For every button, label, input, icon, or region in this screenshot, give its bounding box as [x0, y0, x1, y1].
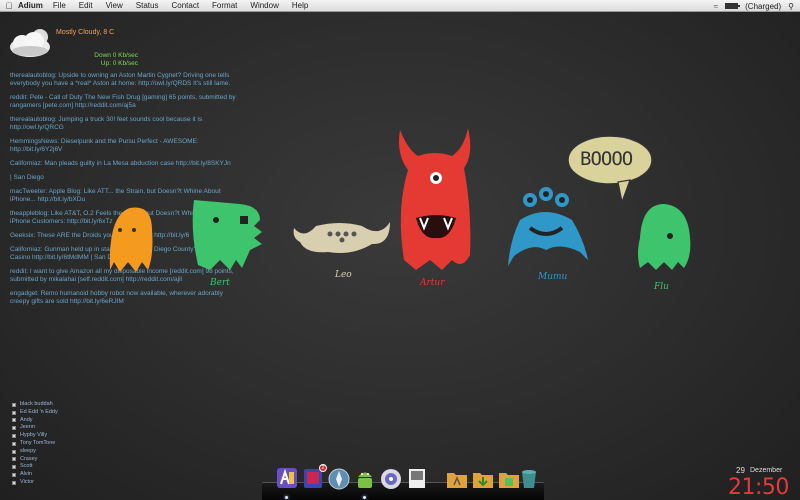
status-icon	[12, 418, 16, 423]
status-icon	[12, 465, 16, 470]
menu-format[interactable]: Format	[212, 1, 237, 10]
running-indicator	[363, 496, 366, 499]
dock-safari-icon[interactable]	[328, 466, 350, 490]
monster-label-bert: Bert	[210, 278, 230, 288]
network-up: Up: 0 Kb/sec	[100, 60, 138, 67]
status-icon	[12, 480, 16, 485]
clock-month: Dezember	[750, 467, 783, 474]
dock-documents-folder-icon[interactable]	[498, 466, 520, 490]
monster-leo	[293, 222, 390, 253]
menu-bar:  Adium File Edit View Status Contact Fo…	[0, 0, 800, 12]
wifi-icon[interactable]: ≈	[714, 2, 718, 11]
status-icon	[12, 426, 16, 431]
notification-badge: 2	[319, 464, 327, 472]
monster-label-flu: Flu	[654, 282, 669, 292]
buddy-item[interactable]: Ed Edd 'n Eddy	[12, 409, 58, 417]
battery-status[interactable]: (Charged)	[745, 2, 781, 11]
buddy-item[interactable]: Crasey	[12, 456, 58, 464]
dock-android-icon[interactable]	[354, 466, 376, 499]
status-icon	[12, 434, 16, 439]
clock-widget: 29 Dezember 21:50	[728, 466, 796, 500]
buddy-item[interactable]: Tony TomTone	[12, 440, 58, 448]
wallpaper-monsters: Gigi Bert Leo Artur Mumu Flu BOOOO	[90, 120, 720, 320]
weather-condition: Mostly Cloudy, 8 C	[56, 29, 115, 36]
buddy-item[interactable]: Alvin	[12, 471, 58, 479]
buddy-item[interactable]: Victor	[12, 479, 58, 487]
battery-icon[interactable]	[725, 3, 741, 9]
buddy-item[interactable]: Jeenn	[12, 424, 58, 432]
buddy-item[interactable]: Hypby Villy	[12, 432, 58, 440]
speech-bubble-text: BOOOO	[580, 148, 633, 170]
status-icon	[12, 457, 16, 462]
monster-label-leo: Leo	[335, 270, 352, 280]
monster-label-mumu: Mumu	[538, 272, 568, 282]
menu-contact[interactable]: Contact	[171, 1, 199, 10]
buddy-item[interactable]: sleepy	[12, 448, 58, 456]
status-icon	[12, 449, 16, 454]
dock-photobooth-icon[interactable]: 2	[302, 464, 327, 490]
dock: 2	[262, 462, 544, 500]
buddy-item[interactable]: Andy	[12, 417, 58, 425]
spotlight-icon[interactable]: ⚲	[788, 2, 794, 11]
apple-menu-icon[interactable]: 	[0, 1, 18, 11]
menu-window[interactable]: Window	[250, 1, 278, 10]
cloudy-weather-icon	[10, 29, 50, 57]
buddy-item[interactable]: black buddah	[12, 401, 58, 409]
menu-app-name[interactable]: Adium	[18, 1, 43, 10]
clock-day: 29	[736, 466, 745, 475]
monster-gigi	[109, 207, 153, 272]
menu-edit[interactable]: Edit	[79, 1, 93, 10]
status-icon	[12, 402, 16, 407]
dock-itunes-icon[interactable]	[380, 466, 402, 490]
menu-help[interactable]: Help	[292, 1, 308, 10]
buddy-list: black buddah Ed Edd 'n Eddy Andy Jeenn H…	[12, 401, 58, 487]
monster-label-artur: Artur	[420, 278, 445, 288]
dock-applications-folder-icon[interactable]	[446, 466, 468, 490]
dock-trash-icon[interactable]	[518, 466, 540, 490]
monster-artur	[399, 128, 471, 270]
network-monitor: Down 0 Kb/sec Up: 0 Kb/sec	[88, 52, 138, 68]
feed-item[interactable]: reddit: Pete - Call of Duty The New Fish…	[10, 94, 240, 110]
feed-item[interactable]: therealautoblog: Upside to owning an Ast…	[10, 72, 240, 88]
clock-time: 21:50	[728, 475, 789, 500]
menu-file[interactable]: File	[53, 1, 66, 10]
buddy-item[interactable]: Scott	[12, 463, 58, 471]
network-down: Down 0 Kb/sec	[94, 52, 138, 59]
dock-downloads-folder-icon[interactable]	[472, 466, 494, 490]
running-indicator	[285, 496, 288, 499]
status-icon	[12, 441, 16, 446]
menu-view[interactable]: View	[106, 1, 123, 10]
status-icon	[12, 410, 16, 415]
dock-adium-icon[interactable]	[276, 466, 298, 499]
monster-bert	[192, 200, 262, 270]
status-icon	[12, 473, 16, 478]
monster-flu	[638, 204, 691, 270]
monster-label-gigi: Gigi	[120, 250, 139, 260]
menu-status[interactable]: Status	[136, 1, 159, 10]
monster-mumu	[508, 187, 588, 266]
dock-preview-icon[interactable]	[406, 466, 428, 490]
